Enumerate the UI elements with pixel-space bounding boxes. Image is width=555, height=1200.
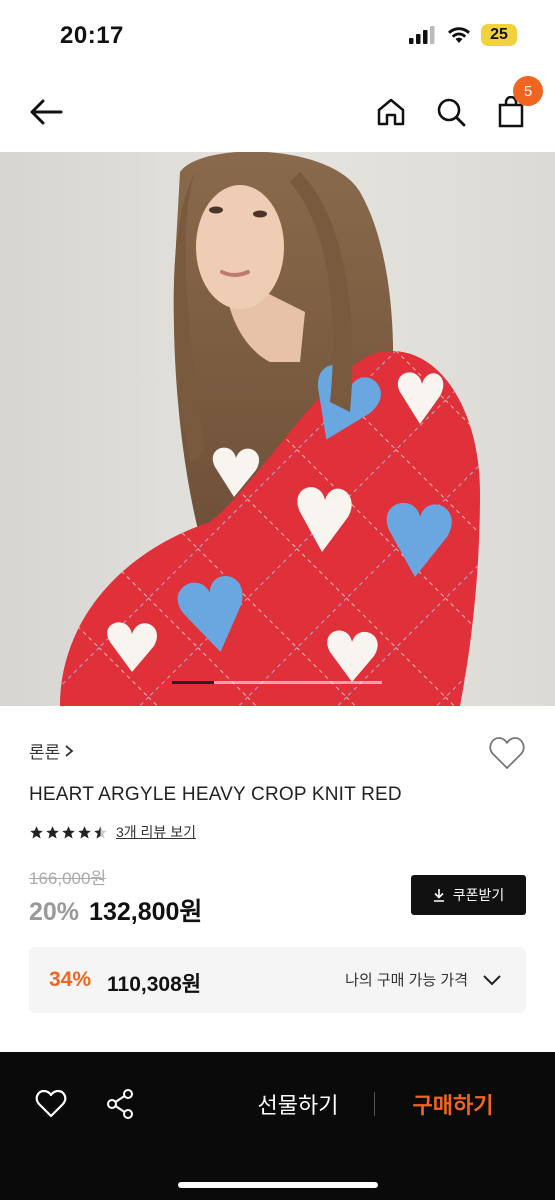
bottom-action-bar: 선물하기 구매하기	[0, 1052, 555, 1200]
review-link[interactable]: 3개 리뷰 보기	[116, 822, 196, 842]
divider	[374, 1092, 375, 1116]
my-price-label: 나의 구매 가능 가격	[345, 972, 468, 989]
search-icon	[437, 98, 466, 127]
my-price-box[interactable]: 34% 110,308원 나의 구매 가능 가격	[29, 947, 526, 1013]
home-indicator	[178, 1182, 378, 1188]
nav-actions: 5	[369, 76, 543, 134]
original-price: 166,000원	[29, 869, 107, 888]
half-star-icon	[94, 825, 107, 838]
status-time: 20:17	[60, 22, 124, 49]
my-price-toggle[interactable]: 나의 구매 가능 가격	[345, 969, 502, 990]
star-icon	[30, 825, 43, 838]
star-icon	[78, 825, 91, 838]
carousel-indicator	[172, 681, 382, 684]
price-row: 20% 132,800원	[29, 892, 202, 928]
home-button[interactable]	[369, 90, 413, 134]
my-discount-rate: 34%	[49, 968, 92, 991]
gift-button[interactable]: 선물하기	[228, 1084, 368, 1124]
coupon-button[interactable]: 쿠폰받기	[411, 875, 526, 915]
brand-name: 론론	[29, 743, 61, 762]
chevron-right-icon	[65, 744, 74, 757]
battery-indicator: 25	[481, 24, 517, 46]
star-rating	[29, 825, 108, 840]
buy-button[interactable]: 구매하기	[388, 1084, 518, 1124]
heart-outline-icon	[489, 737, 525, 769]
cellular-signal-icon	[409, 26, 435, 44]
nav-bar: 5	[0, 72, 555, 152]
wifi-icon	[448, 27, 470, 43]
status-icons: 25	[409, 24, 517, 46]
sale-price: 132,800원	[89, 898, 203, 926]
star-icon	[46, 825, 59, 838]
download-icon	[433, 889, 444, 902]
rating-row: 3개 리뷰 보기	[29, 822, 196, 842]
product-image-carousel[interactable]	[0, 152, 555, 706]
coupon-label: 쿠폰받기	[452, 887, 505, 903]
chevron-down-icon	[483, 974, 501, 985]
home-icon	[377, 98, 405, 126]
heart-outline-icon	[35, 1089, 67, 1118]
search-button[interactable]	[429, 90, 473, 134]
share-icon	[107, 1089, 133, 1119]
discount-rate: 20%	[29, 898, 80, 926]
star-icon	[62, 825, 75, 838]
my-price: 110,308원	[107, 973, 202, 996]
product-name: HEART ARGYLE HEAVY CROP KNIT RED	[29, 784, 402, 805]
back-button[interactable]	[24, 90, 68, 134]
wishlist-button[interactable]	[487, 734, 527, 774]
cart-button[interactable]: 5	[489, 76, 543, 134]
carousel-indicator-active	[172, 681, 214, 684]
cart-count-badge: 5	[513, 76, 543, 106]
back-arrow-icon	[30, 99, 63, 125]
share-button[interactable]	[98, 1082, 142, 1126]
status-bar: 20:17 25	[0, 0, 555, 72]
brand-link[interactable]: 론론	[29, 738, 74, 763]
wishlist-bottom-button[interactable]	[29, 1082, 73, 1126]
product-photo	[0, 152, 555, 706]
